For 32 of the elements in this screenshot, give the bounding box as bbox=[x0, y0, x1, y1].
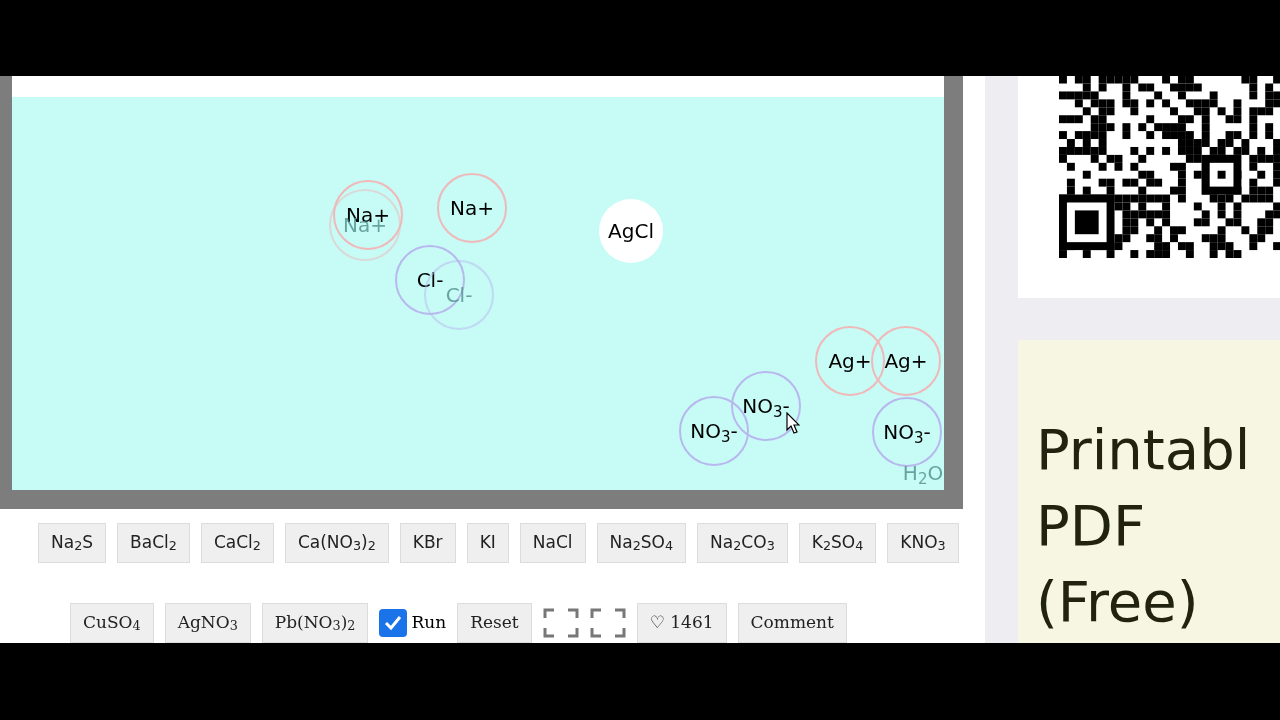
compound-button[interactable]: K$_{2}$SO$_{4}$ bbox=[798, 523, 877, 563]
compound-button[interactable]: AgNO$_{3}$ bbox=[164, 603, 251, 643]
particle-label: NO$_{3}$- bbox=[742, 396, 790, 416]
fullscreen-icon[interactable] bbox=[542, 608, 579, 638]
compound-button[interactable]: KBr bbox=[399, 523, 456, 563]
compound-button[interactable]: NaCl bbox=[519, 523, 586, 563]
compound-button[interactable]: KNO$_{3}$ bbox=[887, 523, 959, 563]
compound-button[interactable]: Na$_{2}$CO$_{3}$ bbox=[697, 523, 788, 563]
compound-button[interactable]: KI bbox=[466, 523, 509, 563]
compound-button[interactable]: CaCl$_{2}$ bbox=[200, 523, 274, 563]
particle-label: Cl- bbox=[416, 270, 444, 290]
check-icon bbox=[383, 613, 404, 633]
run-checkbox[interactable] bbox=[379, 609, 408, 637]
compound-button[interactable]: Pb(NO$_{3}$)$_{2}$ bbox=[261, 603, 369, 643]
particle-label: H$_{2}$O bbox=[902, 463, 944, 483]
action-button[interactable]: Reset bbox=[457, 603, 532, 643]
particle-label: NO$_{3}$- bbox=[690, 421, 738, 441]
compound-button[interactable]: Na$_{2}$SO$_{4}$ bbox=[596, 523, 687, 563]
checkbox-label: Run bbox=[411, 611, 447, 635]
particle-label: Ag+ bbox=[884, 351, 928, 371]
cursor-icon bbox=[786, 412, 800, 434]
particle-label: Ag+ bbox=[828, 351, 872, 371]
compound-button[interactable]: Ca(NO$_{3}$)$_{2}$ bbox=[284, 523, 389, 563]
particle-label: Na+ bbox=[450, 198, 494, 218]
action-button[interactable]: Comment bbox=[737, 603, 847, 643]
particle-label: NO$_{3}$- bbox=[883, 422, 931, 442]
action-button[interactable]: ♡ 1461 bbox=[636, 603, 727, 643]
fullscreen-icon[interactable] bbox=[589, 608, 626, 638]
compound-button[interactable]: BaCl$_{2}$ bbox=[117, 523, 190, 563]
compound-button[interactable]: CuSO$_{4}$ bbox=[70, 603, 154, 643]
particle-label: AgCl bbox=[608, 221, 654, 241]
compound-button[interactable]: Na$_{2}$S bbox=[38, 523, 107, 563]
